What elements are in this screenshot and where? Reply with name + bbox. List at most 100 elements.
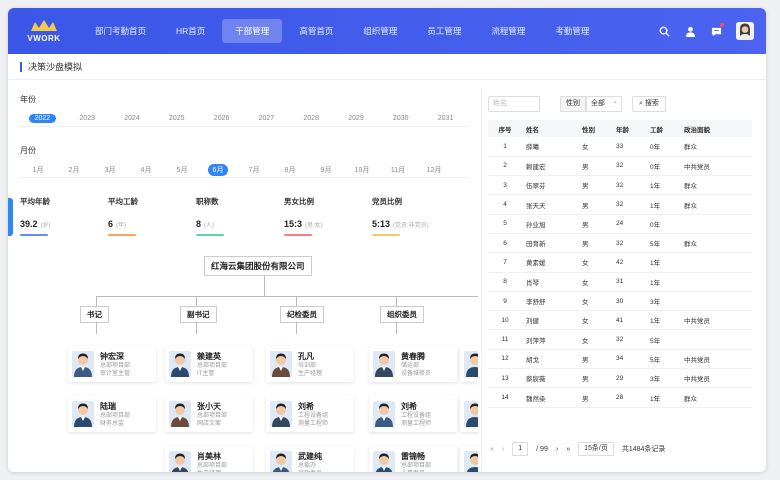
- table-row[interactable]: 3 伍翠芬男 32 1年 群众: [488, 175, 752, 196]
- person-card-partial[interactable]: [460, 346, 478, 382]
- month-chip-7[interactable]: 7月: [236, 164, 272, 176]
- year-chip-2029[interactable]: 2029: [334, 114, 379, 123]
- search-button[interactable]: ⌕ 搜索: [632, 96, 666, 112]
- person-card-partial[interactable]: [460, 396, 478, 432]
- month-chip-2[interactable]: 2月: [56, 164, 92, 176]
- nav-item-6[interactable]: 流程管理: [478, 19, 538, 43]
- table-row[interactable]: 13 蔡宸薇男 29 3年 中共党员: [488, 368, 752, 389]
- person-card[interactable]: 孔凡 培训部 生产经理: [266, 346, 354, 382]
- year-chip-2028[interactable]: 2028: [289, 114, 334, 123]
- person-card-partial[interactable]: [460, 446, 478, 472]
- org-root-node[interactable]: 红海云集团股份有限公司: [204, 256, 312, 276]
- person-photo: [270, 351, 292, 377]
- table-row[interactable]: 1 薛曦女 33 0年 群众: [488, 137, 752, 157]
- dept-node-2[interactable]: 纪检委员: [280, 306, 324, 323]
- month-chip-10[interactable]: 10月: [344, 164, 380, 176]
- year-chip-2026[interactable]: 2026: [199, 114, 244, 123]
- table-cell: 24: [612, 214, 646, 234]
- month-chip-9[interactable]: 9月: [308, 164, 344, 176]
- year-chip-2023[interactable]: 2023: [65, 114, 110, 123]
- user-icon[interactable]: [684, 25, 696, 37]
- page-size-select[interactable]: 15条/页: [578, 442, 614, 456]
- month-chip-5[interactable]: 5月: [164, 164, 200, 176]
- table-cell: 田育新: [522, 233, 578, 254]
- nav-item-0[interactable]: 部门考勤首页: [82, 19, 159, 43]
- person-card[interactable]: 刘希 工程设备组 测量工程师: [266, 396, 354, 432]
- person-name: 刘希: [298, 401, 314, 411]
- year-chip-2027[interactable]: 2027: [244, 114, 289, 123]
- year-chip-label: 2028: [303, 115, 319, 122]
- person-dept: 工程设备组: [401, 412, 432, 419]
- person-card[interactable]: 陆瑞 总部项目部 财务总监: [68, 396, 156, 432]
- connector-line: [296, 296, 297, 306]
- nav-item-2[interactable]: 干部管理: [222, 19, 283, 43]
- nav-item-7[interactable]: 考勤管理: [542, 19, 602, 43]
- side-collapse-tab[interactable]: [8, 198, 13, 236]
- month-chip-12[interactable]: 12月: [416, 164, 452, 176]
- month-chip-6[interactable]: 6月: [200, 163, 236, 176]
- person-role: 测量工程师: [401, 420, 432, 427]
- stat-accent-line: [108, 234, 136, 236]
- table-row[interactable]: 2 赖建宏男 32 0年 中共党员: [488, 156, 752, 177]
- table-row[interactable]: 14 魏然染男 28 1年 群众: [488, 387, 752, 408]
- year-chip-2024[interactable]: 2024: [110, 114, 155, 123]
- month-chip-11[interactable]: 11月: [380, 164, 416, 176]
- table-cell: 1: [488, 137, 522, 157]
- table-cell: 女: [578, 137, 612, 157]
- table-row[interactable]: 7 黄素媛女 42 1年: [488, 252, 752, 273]
- logo[interactable]: VWORK: [20, 16, 68, 46]
- year-chip-2030[interactable]: 2030: [378, 114, 423, 123]
- person-card[interactable]: 赖建英 总部项目部 IT主管: [165, 346, 253, 382]
- table-cell: 10: [488, 310, 522, 331]
- month-chip-8[interactable]: 8月: [272, 164, 308, 176]
- person-card[interactable]: 黄春腾 储运部 设备维修员: [369, 346, 457, 382]
- nav-item-3[interactable]: 高管首页: [286, 19, 346, 43]
- dept-node-1[interactable]: 副书记: [180, 306, 217, 323]
- user-avatar[interactable]: [736, 22, 754, 40]
- person-card[interactable]: 刘希 工程设备组 测量工程师: [369, 396, 457, 432]
- next-page-icon[interactable]: ›: [556, 446, 558, 453]
- table-row[interactable]: 4 张天天男 32 1年 群众: [488, 194, 752, 215]
- name-search-input[interactable]: 姓名: [488, 96, 540, 112]
- page-title: 决策沙盘模拟: [28, 62, 83, 72]
- person-info: 黄春腾 储运部 设备维修员: [401, 351, 431, 378]
- year-chip-2025[interactable]: 2025: [154, 114, 199, 123]
- person-card[interactable]: 钟宏深 总部项目部 审计室主管: [68, 346, 156, 382]
- person-card[interactable]: 张小天 总部项目部 网店文案: [165, 396, 253, 432]
- table-cell: 魏然染: [522, 387, 578, 408]
- table-row[interactable]: 9 李舒舒女 30 3年: [488, 291, 752, 312]
- table-row[interactable]: 8 肖琴女 31 1年: [488, 272, 752, 292]
- nav-item-4[interactable]: 组织管理: [350, 19, 410, 43]
- nav-item-1[interactable]: HR首页: [163, 19, 218, 43]
- message-icon[interactable]: [710, 23, 724, 37]
- year-chip-2031[interactable]: 2031: [423, 114, 468, 123]
- person-card[interactable]: 肖美林总部项目部生产经理: [165, 446, 253, 472]
- table-row[interactable]: 5 孙业旭男 24 0年: [488, 214, 752, 234]
- person-info: 刘希 工程设备组 测量工程师: [401, 401, 431, 428]
- month-chip-label: 11月: [390, 166, 406, 174]
- nav-item-5[interactable]: 员工管理: [414, 19, 474, 43]
- month-chip-3[interactable]: 3月: [92, 164, 128, 176]
- search-icon[interactable]: [658, 25, 670, 37]
- person-name: 张小天: [197, 401, 221, 411]
- month-chip-1[interactable]: 1月: [20, 164, 56, 176]
- person-card[interactable]: 武建纯总裁办行政专员: [266, 446, 354, 472]
- table-row[interactable]: 6 田育新男 32 5年 群众: [488, 233, 752, 254]
- last-page-icon[interactable]: »: [566, 446, 570, 453]
- prev-page-icon[interactable]: ‹: [502, 446, 504, 453]
- table-row[interactable]: 12 胡戈男 34 5年 中共党员: [488, 349, 752, 370]
- table-row[interactable]: 10 刘健女 41 1年 中共党员: [488, 310, 752, 331]
- person-card[interactable]: 雷锦畅总部项目部人事专员: [369, 446, 457, 472]
- gender-select[interactable]: 全部: [586, 95, 622, 112]
- first-page-icon[interactable]: «: [490, 446, 494, 453]
- stat-unit: (男:女): [305, 223, 323, 229]
- dept-node-0[interactable]: 书记: [80, 306, 109, 323]
- page-number-input[interactable]: 1: [512, 442, 529, 456]
- table-row[interactable]: 11 刘萍萍女 32 5年: [488, 329, 752, 350]
- month-chip-4[interactable]: 4月: [128, 164, 164, 176]
- dept-node-3[interactable]: 组织委员: [380, 306, 424, 323]
- table-cell: 7: [488, 252, 522, 273]
- person-photo: [169, 351, 191, 377]
- year-chip-2022[interactable]: 2022: [20, 114, 65, 123]
- table-cell: [680, 252, 752, 273]
